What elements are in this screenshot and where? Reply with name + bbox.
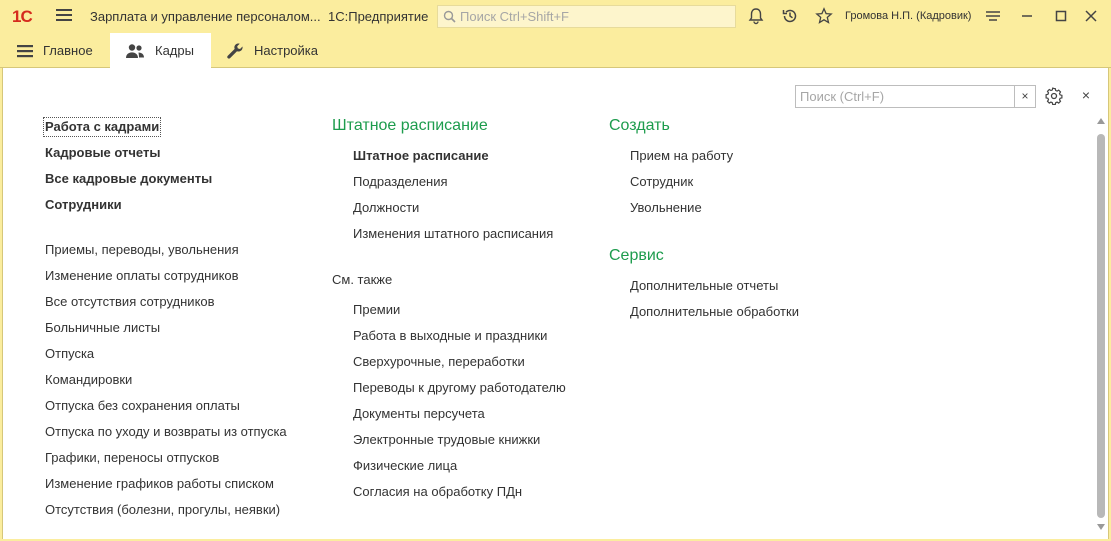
link-individuals[interactable]: Физические лица [353, 458, 457, 474]
link-additional-processing[interactable]: Дополнительные обработки [630, 304, 799, 320]
link-personnel-docs[interactable]: Документы персучета [353, 406, 485, 422]
wrench-icon [227, 42, 243, 59]
link-create-dismissal[interactable]: Увольнение [630, 200, 702, 216]
group-title-staffing: Штатное расписание [332, 117, 488, 134]
gear-icon[interactable] [1045, 87, 1063, 105]
link-hr-work[interactable]: Работа с кадрами [42, 117, 162, 137]
section-settings-label: Настройка [254, 43, 318, 58]
scroll-up-arrow-icon[interactable] [1097, 116, 1105, 126]
minimize-icon[interactable] [1018, 7, 1036, 25]
link-bonuses[interactable]: Премии [353, 302, 400, 318]
link-overtime[interactable]: Сверхурочные, переработки [353, 354, 525, 370]
see-also-title: См. также [332, 272, 393, 287]
current-user[interactable]: Громова Н.П. (Кадровик) [845, 10, 971, 22]
link-sick-leaves[interactable]: Больничные листы [45, 320, 160, 336]
close-window-icon[interactable] [1082, 7, 1100, 25]
link-all-hr-documents[interactable]: Все кадровые документы [45, 171, 212, 187]
link-electronic-workbooks[interactable]: Электронные трудовые книжки [353, 432, 540, 448]
link-hr-reports[interactable]: Кадровые отчеты [45, 145, 160, 161]
link-business-trips[interactable]: Командировки [45, 372, 132, 388]
main-menu-icon[interactable] [56, 9, 72, 23]
section-settings[interactable]: Настройка [211, 33, 341, 68]
history-icon[interactable] [781, 7, 799, 25]
link-vacation-schedules[interactable]: Графики, переносы отпусков [45, 450, 219, 466]
group-title-service: Сервис [609, 247, 664, 264]
link-pay-change[interactable]: Изменение оплаты сотрудников [45, 268, 239, 284]
window-menu-icon[interactable] [984, 7, 1002, 25]
link-schedule-change-list[interactable]: Изменение графиков работы списком [45, 476, 274, 492]
hamburger-icon [17, 44, 33, 57]
link-departments[interactable]: Подразделения [353, 174, 448, 190]
bell-icon[interactable] [747, 7, 765, 25]
close-panel-button[interactable]: × [1079, 87, 1093, 103]
scrollbar-thumb[interactable] [1097, 134, 1105, 518]
link-pd-consents[interactable]: Согласия на обработку ПДн [353, 484, 522, 500]
section-main[interactable]: Главное [0, 33, 110, 68]
section-main-label: Главное [43, 43, 93, 58]
link-vacations[interactable]: Отпуска [45, 346, 94, 362]
link-create-employee[interactable]: Сотрудник [630, 174, 693, 190]
section-hr-label: Кадры [155, 43, 194, 58]
link-absences-illness[interactable]: Отсутствия (болезни, прогулы, неявки) [45, 502, 280, 518]
link-additional-reports[interactable]: Дополнительные отчеты [630, 278, 778, 294]
panel-search-input[interactable] [796, 86, 1014, 107]
link-parental-leave[interactable]: Отпуска по уходу и возвраты из отпуска [45, 424, 287, 440]
app-platform: 1С:Предприятие [328, 9, 429, 24]
link-employees[interactable]: Сотрудники [45, 197, 122, 213]
sections-bar: Главное Кадры Настройка [0, 33, 1111, 68]
search-icon [443, 10, 456, 23]
maximize-icon[interactable] [1052, 7, 1070, 25]
link-staffing-changes[interactable]: Изменения штатного расписания [353, 226, 553, 242]
link-positions[interactable]: Должности [353, 200, 419, 216]
people-icon [126, 43, 144, 58]
global-search-field[interactable] [437, 5, 736, 28]
section-hr[interactable]: Кадры [110, 33, 211, 68]
link-hirings-transfers[interactable]: Приемы, переводы, увольнения [45, 242, 239, 258]
favorites-star-icon[interactable] [815, 7, 833, 25]
link-all-absences[interactable]: Все отсутствия сотрудников [45, 294, 215, 310]
link-staffing-table[interactable]: Штатное расписание [353, 148, 489, 164]
link-weekend-work[interactable]: Работа в выходные и праздники [353, 328, 547, 344]
app-title: Зарплата и управление персоналом... [90, 9, 321, 24]
1c-logo[interactable]: 1С [12, 8, 44, 26]
panel-search-field[interactable]: × [795, 85, 1036, 108]
title-bar: 1С Зарплата и управление персоналом... 1… [0, 0, 1111, 33]
scroll-down-arrow-icon[interactable] [1097, 522, 1105, 532]
link-create-hiring[interactable]: Прием на работу [630, 148, 733, 164]
group-title-create: Создать [609, 117, 670, 134]
link-unpaid-leave[interactable]: Отпуска без сохранения оплаты [45, 398, 240, 414]
vertical-scrollbar[interactable] [1096, 116, 1106, 533]
clear-search-button[interactable]: × [1014, 86, 1035, 107]
global-search-input[interactable] [460, 9, 720, 24]
link-transfers-employer[interactable]: Переводы к другому работодателю [353, 380, 566, 396]
hr-section-panel: × × Работа с кадрами Кадровые отчеты Все… [2, 68, 1109, 539]
